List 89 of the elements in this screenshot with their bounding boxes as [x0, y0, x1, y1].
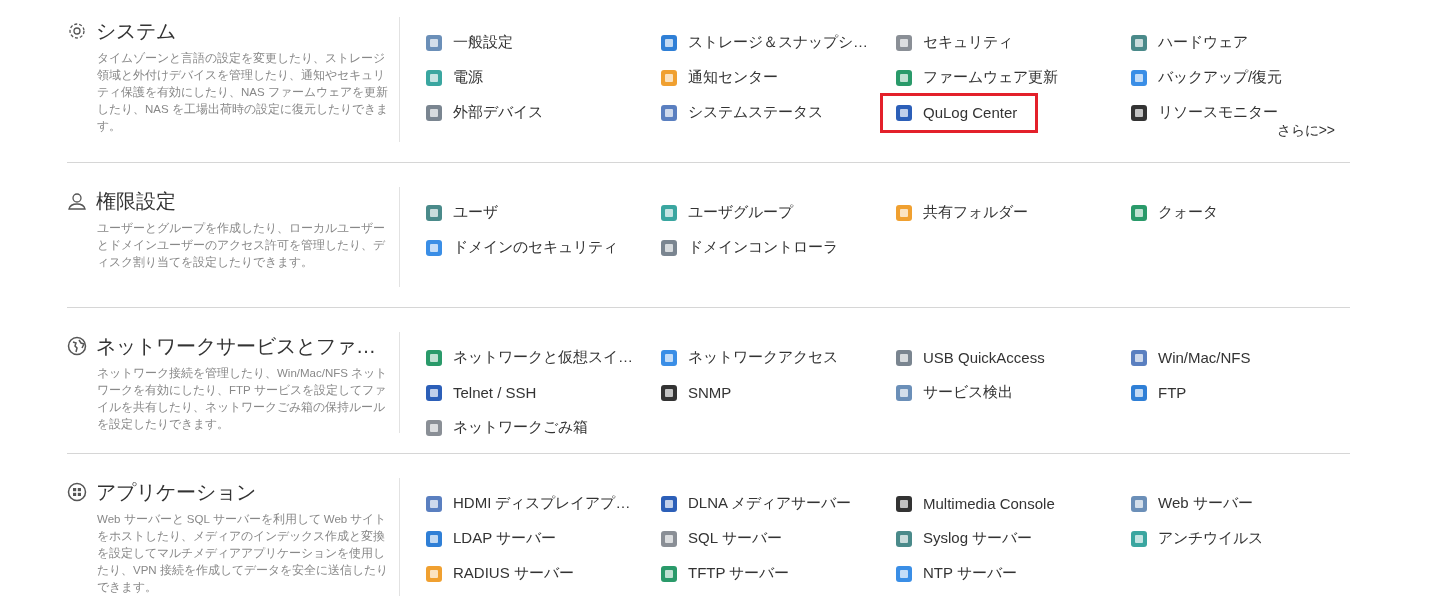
app-icon	[895, 564, 913, 583]
section-title: 権限設定	[96, 188, 176, 214]
section-description: タイムゾーンと言語の設定を変更したり、ストレージ領域と外付けデバイスを管理したり、通知やセキュリティ保護を有効にしたり、NAS ファームウェアを更新したり、NAS を工場出荷時の設定に復元したりできます。	[97, 51, 389, 134]
app-icon	[1130, 348, 1148, 367]
settings-item[interactable]: RADIUS サーバー	[425, 564, 574, 583]
settings-item[interactable]: NTP サーバー	[895, 564, 1017, 583]
settings-item[interactable]: Telnet / SSH	[425, 383, 537, 402]
app-icon	[425, 418, 443, 437]
app-icon	[425, 68, 443, 87]
app-icon	[895, 68, 913, 87]
settings-item[interactable]: アンチウイルス	[1130, 529, 1263, 548]
app-icon	[425, 564, 443, 583]
app-icon	[1130, 103, 1148, 122]
globe-icon	[67, 336, 87, 356]
app-icon	[425, 348, 443, 367]
app-icon	[425, 383, 443, 402]
settings-item[interactable]: DLNA メディアサーバー	[660, 494, 852, 513]
app-icon	[425, 494, 443, 513]
app-icon	[660, 529, 678, 548]
app-icon	[660, 383, 678, 402]
settings-item[interactable]: HDMI ディスプレイアプ…	[425, 494, 631, 513]
settings-item[interactable]: SQL サーバー	[660, 529, 782, 548]
section-description: ネットワーク接続を管理したり、Win/Mac/NFS ネットワークを有効にしたり、FTP サービスを設定してファイルを共有したり、ネットワークごみ箱の保持ルールを設定したりできます。	[97, 366, 389, 432]
app-icon	[1130, 494, 1148, 513]
settings-item[interactable]: ネットワークごみ箱	[425, 418, 588, 437]
section-title: システム	[96, 18, 176, 44]
settings-item[interactable]: 電源	[425, 68, 483, 87]
app-icon	[425, 529, 443, 548]
settings-item[interactable]: ネットワークと仮想スイ…	[425, 348, 633, 367]
settings-item[interactable]: ユーザ	[425, 203, 498, 222]
app-icon	[660, 33, 678, 52]
settings-item[interactable]: セキュリティ	[895, 33, 1013, 52]
app-icon	[1130, 383, 1148, 402]
settings-item[interactable]: TFTP サーバー	[660, 564, 790, 583]
apps-icon	[67, 482, 87, 502]
app-icon	[660, 238, 678, 257]
app-icon	[660, 494, 678, 513]
section-description: Web サーバーと SQL サーバーを利用して Web サイトをホストしたり、メディアのインデックス作成と変換を設定してマルチメディアアプリケーションを使用したり、VPN 接続を作成してデータを安全に送信したりできます。	[97, 512, 389, 595]
settings-item[interactable]: Web サーバー	[1130, 494, 1253, 513]
app-icon	[895, 33, 913, 52]
settings-item[interactable]: ネットワークアクセス	[660, 348, 838, 367]
settings-item[interactable]: USB QuickAccess	[895, 348, 1045, 367]
app-icon	[1130, 203, 1148, 222]
settings-item[interactable]: ストレージ＆スナップシ…	[660, 33, 868, 52]
settings-item[interactable]: Multimedia Console	[895, 494, 1055, 513]
section-title: ネットワークサービスとファ…	[96, 333, 376, 359]
settings-item[interactable]: QuLog Center	[883, 95, 1036, 130]
app-icon	[425, 103, 443, 122]
app-icon	[895, 203, 913, 222]
settings-item[interactable]: Win/Mac/NFS	[1130, 348, 1251, 367]
settings-item[interactable]: SNMP	[660, 383, 732, 402]
app-icon	[895, 494, 913, 513]
settings-item[interactable]: リソースモニター	[1130, 103, 1278, 122]
app-icon	[1130, 68, 1148, 87]
settings-item[interactable]: ユーザグループ	[660, 203, 793, 222]
settings-item[interactable]: 一般設定	[425, 33, 513, 52]
app-icon	[660, 68, 678, 87]
app-icon	[895, 103, 913, 122]
app-icon	[660, 203, 678, 222]
settings-item[interactable]: ハードウェア	[1130, 33, 1248, 52]
app-icon	[1130, 529, 1148, 548]
more-link[interactable]: さらに>>	[1276, 122, 1335, 140]
settings-item[interactable]: サービス検出	[895, 383, 1013, 402]
settings-item[interactable]: システムステータス	[660, 103, 823, 122]
settings-item[interactable]: 外部デバイス	[425, 103, 543, 122]
app-icon	[660, 103, 678, 122]
settings-item[interactable]: LDAP サーバー	[425, 529, 557, 548]
app-icon	[660, 348, 678, 367]
gear-icon	[67, 21, 87, 41]
app-icon	[1130, 33, 1148, 52]
settings-item[interactable]: Syslog サーバー	[895, 529, 1033, 548]
section-description: ユーザーとグループを作成したり、ローカルユーザーとドメインユーザーのアクセス許可を管理したり、ディスク割り当てを設定したりできます。	[97, 221, 386, 270]
user-icon	[67, 191, 87, 211]
app-icon	[425, 238, 443, 257]
app-icon	[425, 203, 443, 222]
settings-item[interactable]: ファームウェア更新	[895, 68, 1058, 87]
section-title: アプリケーション	[96, 479, 256, 505]
app-icon	[425, 33, 443, 52]
app-icon	[895, 383, 913, 402]
settings-item[interactable]: ドメインコントローラ	[660, 238, 838, 257]
settings-item[interactable]: ドメインのセキュリティ	[425, 238, 618, 257]
app-icon	[895, 348, 913, 367]
app-icon	[895, 529, 913, 548]
app-icon	[660, 564, 678, 583]
settings-item[interactable]: 通知センター	[660, 68, 778, 87]
settings-item[interactable]: クォータ	[1130, 203, 1218, 222]
settings-item[interactable]: FTP	[1130, 383, 1187, 402]
settings-item[interactable]: バックアップ/復元	[1130, 68, 1283, 87]
settings-item[interactable]: 共有フォルダー	[895, 203, 1028, 222]
